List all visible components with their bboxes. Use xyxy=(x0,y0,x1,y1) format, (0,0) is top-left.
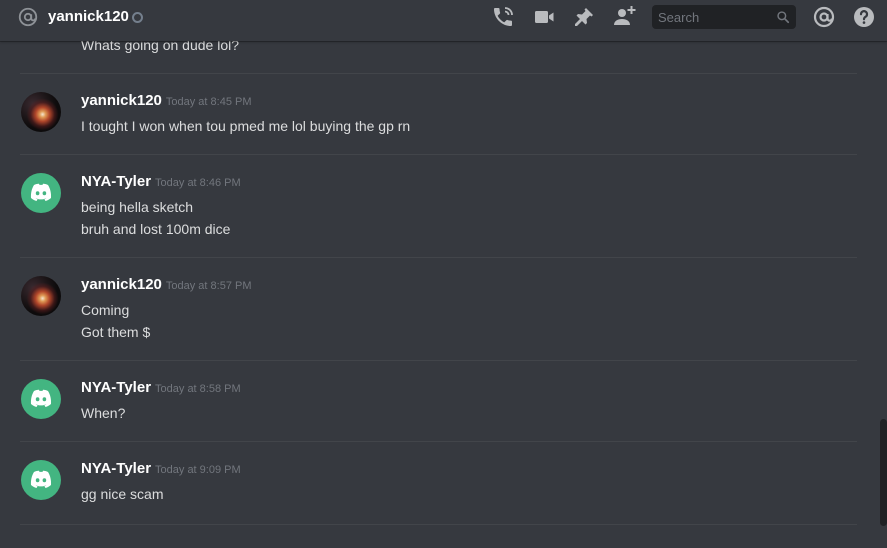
at-sign-icon xyxy=(18,7,38,27)
discord-logo-icon xyxy=(30,389,52,407)
message-author[interactable]: NYA-Tyler Today at 8:58 PM xyxy=(81,379,241,396)
author-name[interactable]: yannick120 xyxy=(81,92,162,109)
message-author[interactable]: yannick120 Today at 8:57 PM xyxy=(81,276,252,293)
message-timestamp: Today at 9:09 PM xyxy=(155,464,241,476)
message-list: Whats going on dude lol? yannick120 Today… xyxy=(0,41,887,548)
author-name[interactable]: NYA-Tyler xyxy=(81,173,151,190)
user-avatar[interactable] xyxy=(21,92,61,132)
search-icon xyxy=(777,11,790,24)
message-divider xyxy=(20,154,857,155)
author-name[interactable]: yannick120 xyxy=(81,276,162,293)
add-user-icon[interactable] xyxy=(612,5,636,29)
message-text: Coming xyxy=(81,302,130,318)
message-text: being hella sketch xyxy=(81,199,194,215)
scrollbar-thumb[interactable] xyxy=(880,419,887,526)
channel-header: yannick120 xyxy=(0,0,887,41)
message-timestamp: Today at 8:45 PM xyxy=(165,96,252,108)
message-timestamp: Today at 8:57 PM xyxy=(165,280,252,292)
message-text: I tought I won when tou pmed me lol buyi… xyxy=(81,118,411,134)
pin-icon[interactable] xyxy=(572,5,596,29)
user-avatar[interactable] xyxy=(21,379,61,419)
user-avatar[interactable] xyxy=(21,276,61,316)
help-icon[interactable] xyxy=(852,5,876,29)
message-timestamp: Today at 8:58 PM xyxy=(155,383,241,395)
message-author[interactable]: yannick120 Today at 8:45 PM xyxy=(81,92,252,109)
phone-call-icon[interactable] xyxy=(491,5,515,29)
author-name[interactable]: NYA-Tyler xyxy=(81,460,151,477)
search-input[interactable] xyxy=(652,5,776,29)
message-author[interactable]: NYA-Tyler Today at 9:09 PM xyxy=(81,460,241,477)
user-avatar[interactable] xyxy=(21,460,61,500)
mentions-icon[interactable] xyxy=(812,5,836,29)
message-divider xyxy=(20,73,857,74)
message-text: Whats going on dude lol? xyxy=(81,41,239,53)
search-box[interactable] xyxy=(652,5,796,29)
message-timestamp: Today at 8:46 PM xyxy=(155,177,241,189)
message-divider xyxy=(20,524,857,525)
user-avatar[interactable] xyxy=(21,173,61,213)
author-name[interactable]: NYA-Tyler xyxy=(81,379,151,396)
message-text: When? xyxy=(81,405,126,421)
message-divider xyxy=(20,257,857,258)
message-divider xyxy=(20,441,857,442)
message-divider xyxy=(20,360,857,361)
message-text: gg nice scam xyxy=(81,486,164,502)
discord-logo-icon xyxy=(30,470,52,488)
discord-logo-icon xyxy=(30,183,52,201)
message-text: bruh and lost 100m dice xyxy=(81,221,231,237)
status-indicator xyxy=(132,12,143,23)
channel-name: yannick120 xyxy=(48,8,129,25)
video-camera-icon[interactable] xyxy=(532,5,556,29)
message-author[interactable]: NYA-Tyler Today at 8:46 PM xyxy=(81,173,241,190)
message-text: Got them $ xyxy=(81,324,151,340)
